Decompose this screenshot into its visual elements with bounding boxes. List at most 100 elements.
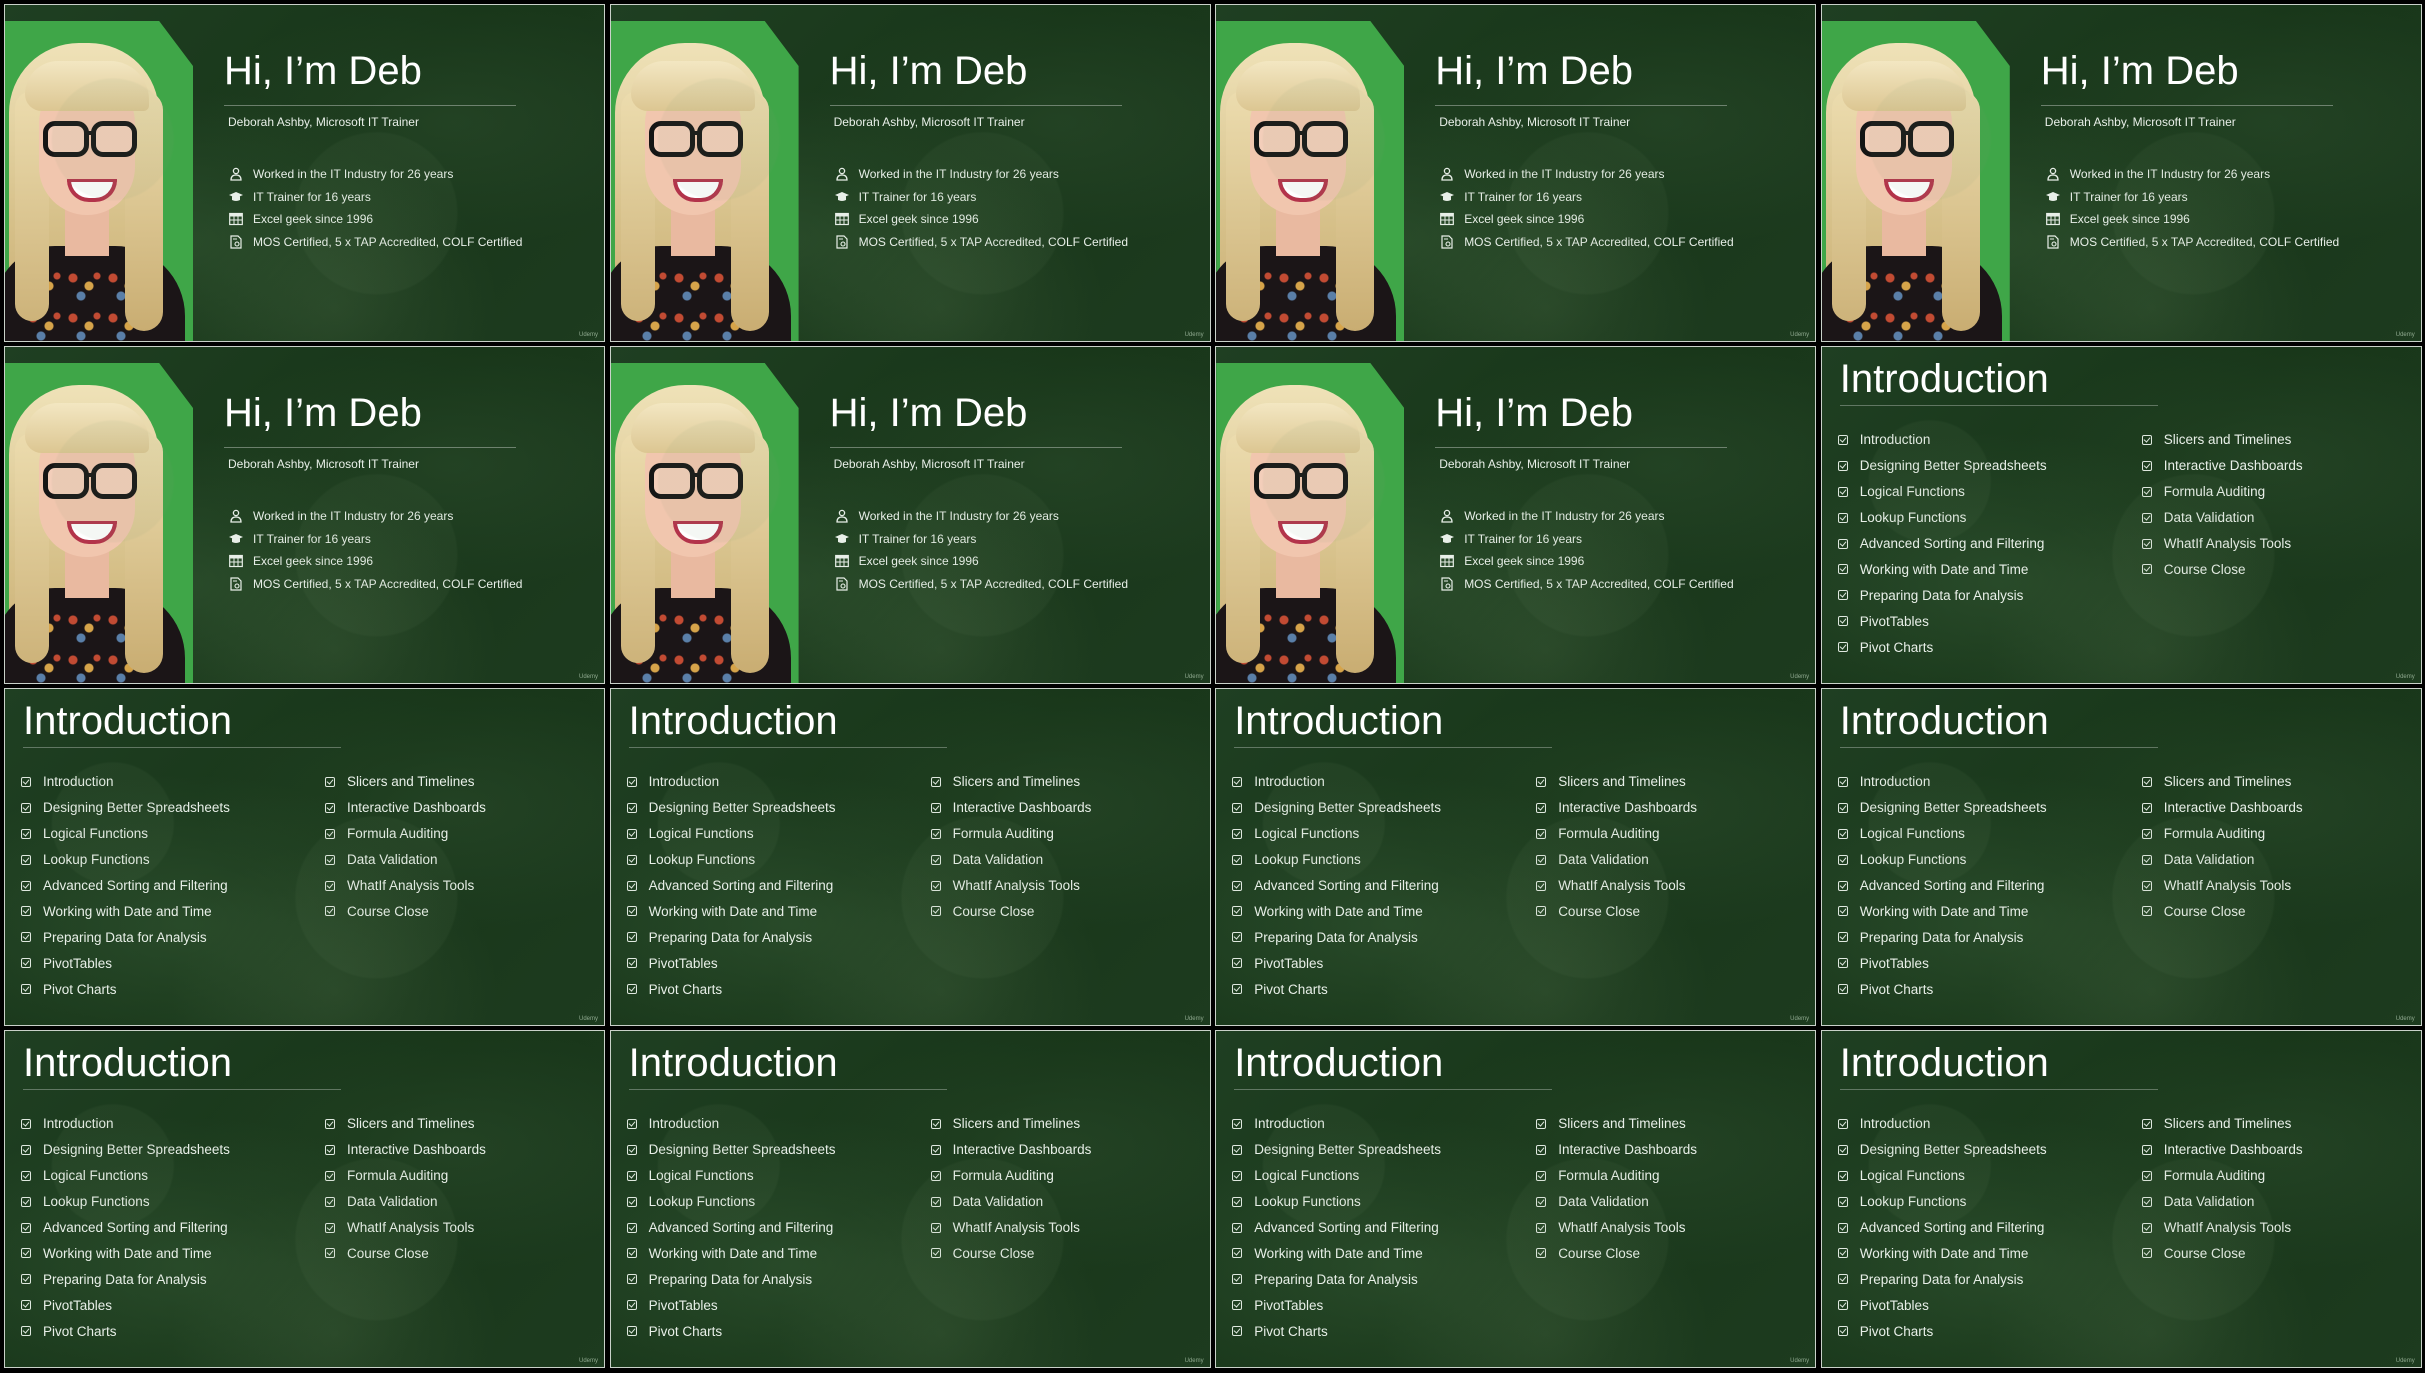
agenda-item-label: Slicers and Timelines (1558, 774, 1686, 790)
checkbox-icon (1837, 880, 1848, 891)
fact-text: IT Trainer for 16 years (858, 531, 977, 546)
agenda-slide-thumbnail[interactable]: Introduction Introduction Designing Bett… (1215, 1030, 1817, 1368)
agenda-slide-thumbnail[interactable]: Introduction Introduction Designing Bett… (609, 688, 1211, 1026)
agenda-item: PivotTables (1837, 950, 2047, 976)
intro-slide-thumbnail[interactable]: Hi, I’m Deb Deborah Ashby, Microsoft IT … (609, 4, 1211, 342)
agenda-item: Formula Auditing (1536, 821, 1697, 847)
agenda-item: Designing Better Spreadsheets (1232, 1137, 1441, 1163)
agenda-slide-thumbnail[interactable]: Introduction Introduction Designing Bett… (1820, 1030, 2422, 1368)
agenda-item: WhatIf Analysis Tools (930, 1215, 1092, 1241)
graduation-cap-icon (1439, 532, 1455, 546)
agenda-item-label: Interactive Dashboards (2163, 800, 2303, 816)
checkbox-icon (1837, 1196, 1848, 1207)
agenda-item: WhatIf Analysis Tools (930, 873, 1092, 899)
checkbox-icon (1536, 1144, 1547, 1155)
slide-title: Hi, I’m Deb (829, 391, 1028, 435)
agenda-item: Designing Better Spreadsheets (1837, 1137, 2047, 1163)
checkbox-icon (626, 1118, 637, 1129)
agenda-item-label: Slicers and Timelines (2163, 1116, 2292, 1132)
agenda-item-label: Preparing Data for Analysis (648, 1271, 813, 1287)
udemy-watermark: Udemy (2395, 1016, 2415, 1022)
fact-item: Excel geek since 1996 (834, 550, 1128, 573)
agenda-item: Course Close (325, 1240, 486, 1266)
slide-title: Introduction (1234, 1041, 1444, 1085)
checkbox-icon (1536, 1118, 1547, 1129)
agenda-item-label: PivotTables (648, 955, 718, 971)
agenda-item: WhatIf Analysis Tools (2141, 873, 2303, 899)
title-divider (829, 447, 1122, 448)
agenda-slide-thumbnail[interactable]: Introduction Introduction Designing Bett… (1820, 346, 2422, 684)
agenda-item-label: Pivot Charts (43, 1323, 117, 1339)
udemy-watermark: Udemy (1790, 674, 1810, 680)
intro-slide-thumbnail[interactable]: Hi, I’m Deb Deborah Ashby, Microsoft IT … (1215, 346, 1817, 684)
spreadsheet-icon (228, 212, 244, 226)
checkbox-icon (930, 1170, 941, 1181)
agenda-slide-thumbnail[interactable]: Introduction Introduction Designing Bett… (609, 1030, 1211, 1368)
agenda-item-label: Lookup Functions (1254, 852, 1361, 868)
agenda-item-label: Interactive Dashboards (1558, 1142, 1698, 1158)
checkbox-icon (1837, 642, 1848, 653)
checkbox-icon (325, 1118, 335, 1129)
agenda-item-label: Formula Auditing (1558, 826, 1660, 842)
fact-item: IT Trainer for 16 years (1439, 186, 1733, 209)
title-divider (1435, 105, 1728, 106)
agenda-slide-thumbnail[interactable]: Introduction Introduction Designing Bett… (4, 688, 605, 1026)
checkbox-icon (325, 828, 335, 839)
agenda-item: Designing Better Spreadsheets (1837, 795, 2047, 821)
agenda-slide-thumbnail[interactable]: Introduction Introduction Designing Bett… (1820, 688, 2422, 1026)
agenda-slide-thumbnail[interactable]: Introduction Introduction Designing Bett… (4, 1030, 605, 1368)
spreadsheet-icon (834, 554, 850, 568)
intro-slide-thumbnail[interactable]: Hi, I’m Deb Deborah Ashby, Microsoft IT … (609, 346, 1211, 684)
presenter-photo (1216, 21, 1404, 341)
intro-slide-thumbnail[interactable]: Hi, I’m Deb Deborah Ashby, Microsoft IT … (4, 346, 605, 684)
agenda-item: Lookup Functions (626, 1189, 836, 1215)
spreadsheet-icon (228, 554, 244, 568)
slide-title: Hi, I’m Deb (224, 49, 422, 93)
checkbox-icon (1232, 776, 1243, 787)
agenda-slide-thumbnail[interactable]: Introduction Introduction Designing Bett… (1215, 688, 1817, 1026)
agenda-item-label: Interactive Dashboards (2163, 458, 2303, 474)
checkbox-icon (21, 1326, 31, 1337)
agenda-item-label: Working with Date and Time (43, 1245, 212, 1261)
slide-subtitle: Deborah Ashby, Microsoft IT Trainer (1439, 457, 1631, 471)
agenda-item: Introduction (626, 769, 836, 795)
intro-slide-thumbnail[interactable]: Hi, I’m Deb Deborah Ashby, Microsoft IT … (1215, 4, 1817, 342)
agenda-item: Logical Functions (21, 821, 230, 847)
intro-slide-thumbnail[interactable]: Hi, I’m Deb Deborah Ashby, Microsoft IT … (1820, 4, 2422, 342)
intro-slide-thumbnail[interactable]: Hi, I’m Deb Deborah Ashby, Microsoft IT … (4, 4, 605, 342)
agenda-item-label: Logical Functions (648, 1168, 754, 1184)
agenda-item: Logical Functions (1837, 1163, 2047, 1189)
agenda-item-label: Working with Date and Time (1859, 1245, 2029, 1261)
agenda-item-label: Formula Auditing (2163, 484, 2266, 500)
slide-title: Introduction (1839, 1041, 2049, 1085)
checkbox-icon (1232, 828, 1243, 839)
agenda-item: PivotTables (21, 1292, 230, 1318)
fact-item: MOS Certified, 5 x TAP Accredited, COLF … (1439, 573, 1734, 596)
person-icon (834, 167, 850, 181)
fact-text: Worked in the IT Industry for 26 years (858, 509, 1059, 524)
agenda-item-label: Slicers and Timelines (1558, 1116, 1686, 1132)
agenda-item-label: Working with Date and Time (648, 903, 818, 919)
agenda-item: Introduction (21, 769, 230, 795)
agenda-item: Introduction (1232, 769, 1441, 795)
agenda-item-label: Introduction (43, 1116, 114, 1132)
slide-subtitle: Deborah Ashby, Microsoft IT Trainer (2044, 115, 2236, 129)
checkbox-icon (21, 1118, 31, 1129)
checkbox-icon (1837, 564, 1848, 575)
checkbox-icon (626, 828, 637, 839)
fact-text: IT Trainer for 16 years (253, 189, 371, 204)
checkbox-icon (325, 1196, 335, 1207)
agenda-item-label: Course Close (2163, 1245, 2246, 1261)
agenda-item-label: Data Validation (347, 852, 438, 868)
checkbox-icon (2141, 1222, 2152, 1233)
checkbox-icon (1232, 1170, 1243, 1181)
agenda-item-label: Designing Better Spreadsheets (1254, 1142, 1442, 1158)
checkbox-icon (21, 1300, 31, 1311)
agenda-item-label: Preparing Data for Analysis (43, 1271, 207, 1287)
agenda-item-label: Formula Auditing (952, 1168, 1054, 1184)
agenda-item: Course Close (1536, 898, 1697, 924)
udemy-watermark: Udemy (2395, 332, 2415, 338)
agenda-item: Interactive Dashboards (2141, 1137, 2303, 1163)
fact-item: MOS Certified, 5 x TAP Accredited, COLF … (228, 231, 522, 254)
agenda-item-label: Introduction (1859, 432, 1931, 448)
